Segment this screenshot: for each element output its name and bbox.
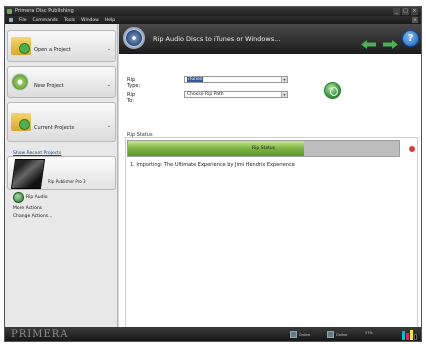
menu-item-file[interactable]: File <box>19 18 27 23</box>
rip-type-label: Rip Type: <box>127 77 141 89</box>
primera-logo: PRIMERA <box>11 329 69 340</box>
menu-item-window[interactable]: Window <box>81 18 99 23</box>
current-projects-label: Current Projects <box>34 125 75 131</box>
back-arrow-icon[interactable] <box>361 34 376 49</box>
chevron-down-icon: ⌄ <box>106 46 111 52</box>
main-header: Rip Audio Discs to iTunes or Windows... … <box>119 24 421 54</box>
dropdown-arrow-icon: ▾ <box>281 92 287 97</box>
ink-level-bars <box>402 330 417 340</box>
close-button[interactable]: × <box>411 8 418 15</box>
printer-status-2: Online <box>327 331 347 338</box>
current-projects-panel[interactable]: Current Projects ⌄ <box>7 102 116 142</box>
rip-type-value: iTunes <box>187 77 204 82</box>
minimize-button[interactable]: _ <box>393 8 400 15</box>
rip-to-value: Choose Rip Path <box>187 92 224 97</box>
printer-status-1-text: Online <box>299 332 311 337</box>
rip-status-box: Rip Status 1. Importing: The Ultimate Ex… <box>125 137 418 341</box>
title-bar: Primera Disc Publishing _ □ × <box>5 7 421 16</box>
printer-status-1: Online <box>290 331 310 338</box>
menu-bar: File Commands Tools Window Help × <box>5 16 421 24</box>
printer-status-2-text: Online <box>336 332 348 337</box>
rip-to-label: Rip To: <box>127 92 136 104</box>
ink-magenta-bar <box>406 333 409 340</box>
main-panel: Rip Audio Discs to iTunes or Windows... … <box>119 24 421 341</box>
maximize-button[interactable]: □ <box>402 8 409 15</box>
window-title: Primera Disc Publishing <box>15 8 74 14</box>
open-project-label: Open a Project <box>34 47 71 53</box>
track-status-line: 1. Importing: The Ultimate Experience by… <box>130 162 295 168</box>
start-rip-button[interactable] <box>324 82 341 99</box>
ink-black-bar <box>414 334 417 340</box>
rip-icon <box>13 192 24 203</box>
rip-to-select[interactable]: Choose Rip Path ▾ <box>184 91 288 98</box>
dropdown-arrow-icon: ▾ <box>281 77 287 82</box>
rip-type-select[interactable]: iTunes ▾ <box>184 76 288 83</box>
ink-yellow-bar <box>410 330 413 340</box>
rip-progress-bar: Rip Status <box>127 140 400 157</box>
progress-text: Rip Status <box>251 146 275 151</box>
chevron-down-icon: ⌄ <box>106 123 111 129</box>
open-project-panel[interactable]: Open a Project ⌄ <box>7 30 116 62</box>
folder-open-icon <box>11 37 31 55</box>
rip-audio-label: Rip Audio <box>26 195 48 200</box>
ink-level-text: 57% <box>365 331 373 335</box>
application-window: Primera Disc Publishing _ □ × File Comma… <box>4 6 422 342</box>
menu-item-help[interactable]: Help <box>105 18 115 23</box>
folder-icon <box>11 113 31 131</box>
status-bar: PRIMERA Online Online 57% <box>5 327 421 341</box>
product-caption: Rip Publisher Pro 3 <box>48 179 86 184</box>
ink-status: 57% <box>365 331 373 335</box>
restore-button[interactable]: × <box>412 17 418 23</box>
printer-icon <box>290 331 297 338</box>
ink-cyan-bar <box>402 331 405 340</box>
rip-audio-action[interactable]: Rip Audio <box>13 192 52 203</box>
sidebar-actions: Rip Audio More Actions Change Actions... <box>13 192 52 219</box>
page-title: Rip Audio Discs to iTunes or Windows... <box>153 35 281 43</box>
printer-icon <box>327 331 334 338</box>
new-project-label: New Project <box>34 83 64 89</box>
menu-item-commands[interactable]: Commands <box>33 18 58 23</box>
forward-arrow-icon[interactable] <box>383 34 398 49</box>
change-actions-link[interactable]: Change Actions... <box>13 214 52 219</box>
app-icon <box>7 9 12 14</box>
sidebar: Open a Project ⌄ New Project ⌄ Current P… <box>5 24 118 327</box>
chevron-down-icon: ⌄ <box>106 82 111 88</box>
disc-icon <box>123 27 145 49</box>
stop-icon[interactable] <box>409 146 415 152</box>
product-photo-panel: Rip Publisher Pro 3 <box>7 156 116 190</box>
menu-app-icon <box>9 18 13 22</box>
product-photo <box>10 159 46 189</box>
new-project-panel[interactable]: New Project ⌄ <box>7 66 116 98</box>
disc-icon <box>11 73 29 91</box>
help-icon[interactable]: ? <box>402 30 419 47</box>
menu-item-tools[interactable]: Tools <box>64 18 75 23</box>
more-actions-link[interactable]: More Actions <box>13 206 52 211</box>
